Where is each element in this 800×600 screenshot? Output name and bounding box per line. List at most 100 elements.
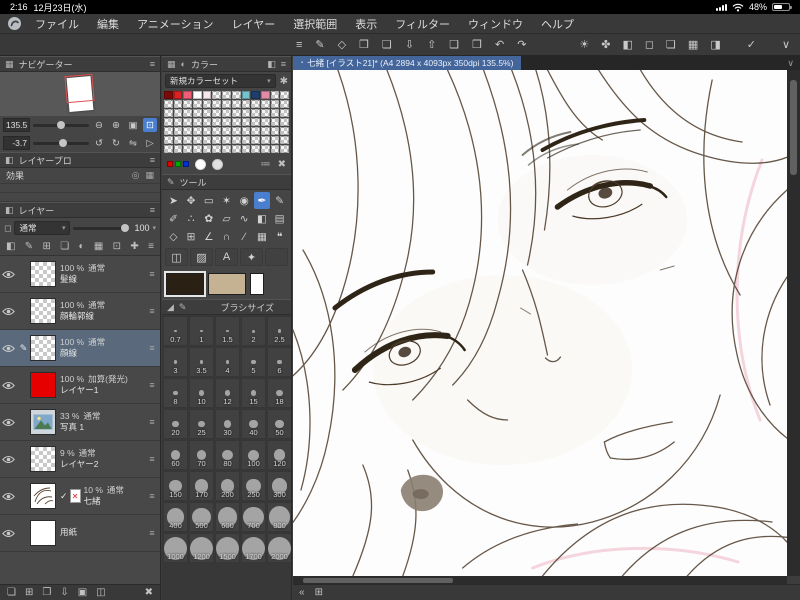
chevron-down-icon[interactable]: ∨	[782, 38, 790, 51]
transparent-swatch[interactable]	[270, 109, 280, 117]
rgb-swatch[interactable]	[183, 161, 189, 167]
brush-size-1500[interactable]: 1500	[215, 533, 240, 563]
brush-size-40[interactable]: 40	[241, 409, 266, 439]
transparent-swatch[interactable]	[251, 100, 260, 108]
flip-horizontal-button[interactable]: ⇋	[126, 136, 140, 150]
transparent-swatch[interactable]	[202, 118, 212, 126]
layer-menu-icon[interactable]: ≡	[146, 306, 158, 316]
layer-visibility-eye-icon[interactable]	[0, 344, 17, 353]
layer-visibility-eye-icon[interactable]	[0, 270, 17, 279]
palette-swatch[interactable]	[270, 91, 280, 99]
fill-tool[interactable]: ◧	[254, 210, 271, 227]
sub-color-circle[interactable]	[212, 158, 223, 170]
brush-size-800[interactable]: 800	[267, 502, 291, 532]
zoom-slider-handle[interactable]	[56, 120, 65, 129]
transparent-swatch[interactable]	[270, 127, 280, 135]
zoom-reset-button[interactable]: ▣	[126, 118, 140, 132]
transparent-swatch[interactable]	[202, 136, 212, 144]
rotate-reset-button[interactable]: ▷	[143, 136, 157, 150]
gear-icon[interactable]: ✱	[280, 76, 288, 87]
document-tab[interactable]: ▪ 七緒 [イラスト21]* (A4 2894 x 4093px 350dpi …	[293, 56, 522, 70]
transparent-swatch[interactable]	[183, 100, 193, 108]
brush-size-10[interactable]: 10	[189, 378, 214, 408]
brush-size-60[interactable]: 60	[163, 440, 188, 470]
brush-size-600[interactable]: 600	[215, 502, 240, 532]
brush-size-18[interactable]: 18	[267, 378, 291, 408]
layer-menu-icon[interactable]: ≡	[146, 454, 158, 464]
layer-visibility-eye-icon[interactable]	[0, 529, 17, 538]
transparent-swatch[interactable]	[193, 136, 202, 144]
add-icon[interactable]: ✚	[130, 241, 138, 252]
rgb-swatch[interactable]	[175, 161, 181, 167]
rotate-slider[interactable]	[33, 138, 89, 147]
move-layer-tool[interactable]: ✥	[183, 192, 200, 209]
clipping-icon[interactable]: ◧	[6, 241, 15, 252]
color-panel-menu-icon[interactable]: ≡	[281, 59, 286, 69]
rgb-swatch[interactable]	[167, 161, 173, 167]
trash-icon[interactable]: ✖	[278, 159, 286, 170]
brush-tool[interactable]: ✐	[165, 210, 182, 227]
color-set-dropdown[interactable]: 新規カラーセット ▾	[165, 74, 276, 88]
transparent-swatch[interactable]	[280, 100, 289, 108]
transparent-swatch[interactable]	[173, 118, 183, 126]
vertical-scroll-thumb[interactable]	[790, 80, 797, 175]
brush-size-1[interactable]: 1	[189, 316, 214, 346]
transparent-swatch[interactable]	[183, 118, 193, 126]
transparent-swatch[interactable]	[280, 118, 289, 126]
brush-size-70[interactable]: 70	[189, 440, 214, 470]
grid-tool[interactable]: ▦	[254, 228, 271, 245]
layer-thumbnail[interactable]	[30, 261, 56, 287]
main-color-circle[interactable]	[195, 158, 206, 170]
palette-swatch[interactable]	[183, 91, 193, 99]
navigator-menu-icon[interactable]: ≡	[150, 59, 155, 69]
rotate-right-button[interactable]: ↻	[109, 136, 123, 150]
folder-icon[interactable]: ❏	[60, 241, 69, 252]
transparent-swatch[interactable]	[193, 145, 202, 153]
droplet-icon[interactable]: ✤	[601, 38, 610, 51]
combine-mode-icon[interactable]: ◻	[4, 223, 11, 234]
main-color-swatch[interactable]	[164, 271, 206, 297]
transparent-swatch[interactable]	[212, 127, 222, 135]
eraser-tool[interactable]: ▱	[218, 210, 235, 227]
transparent-swatch[interactable]	[183, 145, 193, 153]
rotate-slider-handle[interactable]	[59, 138, 68, 147]
border-effect-icon[interactable]: ◎	[132, 170, 140, 181]
eyedropper-tool[interactable]: ◉	[236, 192, 253, 209]
sub-color-swatch[interactable]	[208, 273, 246, 295]
transparent-swatch[interactable]	[280, 109, 289, 117]
pencil-tool[interactable]: ✎	[271, 192, 288, 209]
transparent-swatch[interactable]	[202, 100, 212, 108]
fit-screen-button[interactable]: ⊡	[143, 118, 157, 132]
operation-tool[interactable]: ➤	[165, 192, 182, 209]
layer-menu-icon[interactable]: ≡	[146, 528, 158, 538]
canvas[interactable]	[293, 70, 787, 576]
layer-thumbnail[interactable]	[30, 409, 56, 435]
new-layer-icon[interactable]: ⊞	[25, 587, 33, 598]
clipboard-icon[interactable]: ❐	[359, 38, 369, 51]
layer-menu-icon[interactable]: ≡	[146, 380, 158, 390]
text-tool[interactable]: A	[215, 248, 238, 266]
pen-tool[interactable]: ✒	[253, 192, 271, 209]
transparent-color-swatch[interactable]	[250, 273, 264, 295]
zoom-out-button[interactable]: ⊖	[92, 118, 106, 132]
layer-thumbnail[interactable]	[30, 298, 56, 324]
transparent-swatch[interactable]	[231, 100, 241, 108]
selection-tool[interactable]: ▭	[200, 192, 217, 209]
transparent-swatch[interactable]	[212, 118, 222, 126]
transparent-swatch[interactable]	[251, 136, 260, 144]
layer-menu-icon[interactable]: ≡	[146, 491, 158, 501]
layer-panel-menu-icon[interactable]: ≡	[150, 205, 155, 215]
transparent-swatch[interactable]	[231, 145, 241, 153]
tab-list-chevron-icon[interactable]: ∨	[787, 58, 800, 69]
layer-row-レイヤー1[interactable]: 100 % 加算(発光) レイヤー1 ≡	[0, 367, 160, 404]
transparent-swatch[interactable]	[280, 127, 289, 135]
transparent-swatch[interactable]	[173, 145, 183, 153]
edit-layer-icon[interactable]: ✎	[25, 241, 33, 252]
brush-size-200[interactable]: 200	[215, 471, 240, 501]
tone-icon[interactable]: ◐	[79, 241, 85, 252]
marquee-icon[interactable]: ◻	[645, 38, 654, 51]
confirm-icon[interactable]: ✓	[747, 38, 756, 51]
brush-size-5[interactable]: 5	[241, 347, 266, 377]
brush-size-170[interactable]: 170	[189, 471, 214, 501]
brush-size-1200[interactable]: 1200	[189, 533, 214, 563]
